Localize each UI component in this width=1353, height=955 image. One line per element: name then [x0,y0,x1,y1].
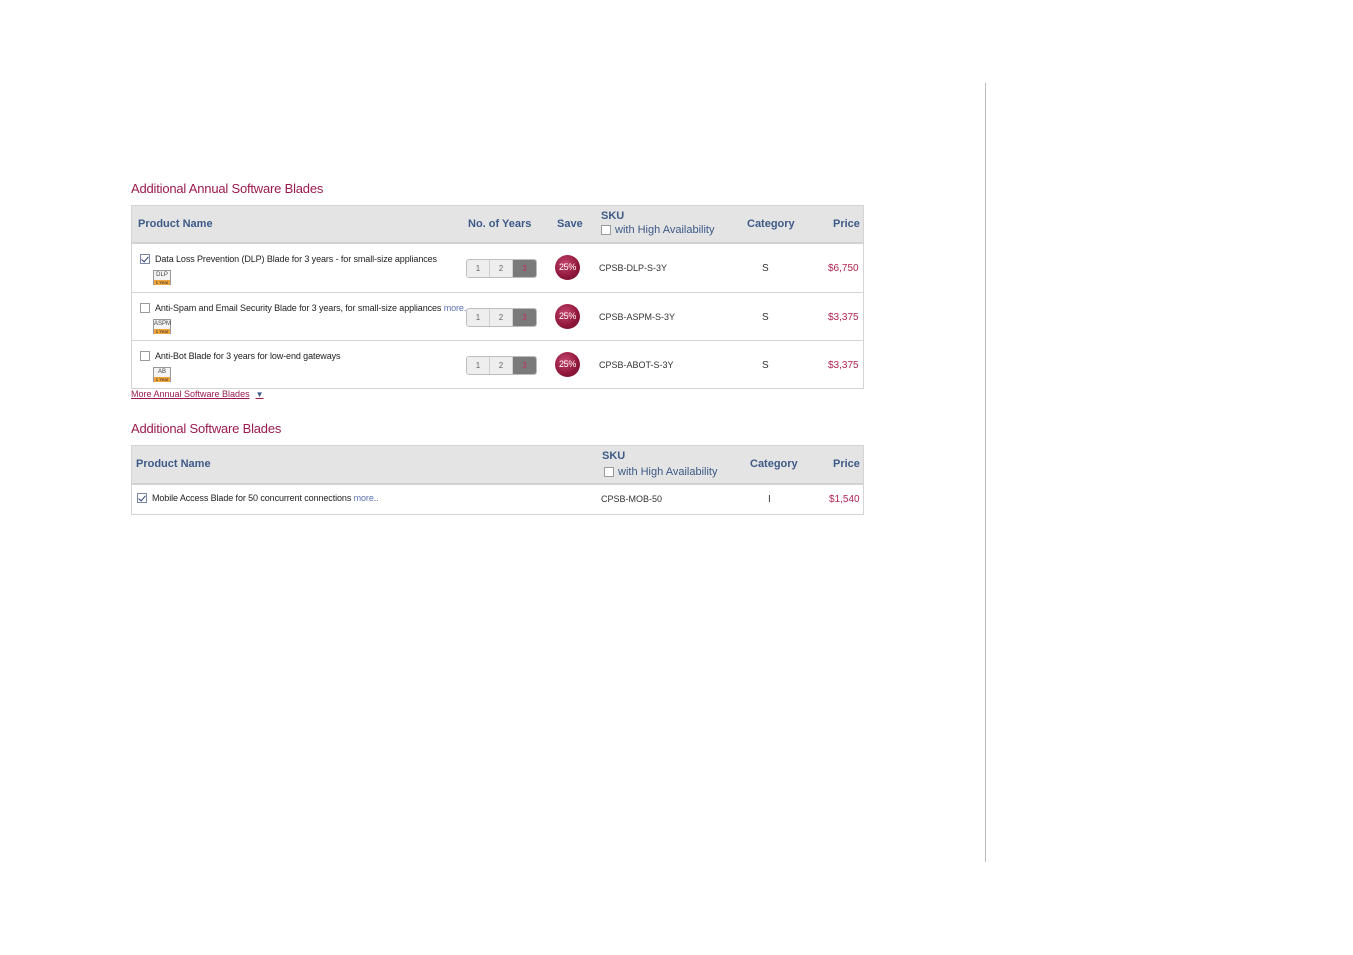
price-value: $6,750 [828,263,859,274]
software-blades-table: Product Name SKU with High Availability … [131,445,864,515]
header-save: Save [557,218,583,230]
year-option-2[interactable]: 2 [490,260,513,277]
ha-label: with High Availability [618,466,718,478]
years-selector[interactable]: 1 2 3 [466,308,537,327]
sku-value: CPSB-DLP-S-3Y [599,263,668,273]
header-years: No. of Years [468,218,532,230]
triangle-down-icon[interactable]: ▼ [256,390,264,399]
years-selector[interactable]: 1 2 3 [466,259,537,278]
product-name-wrap: Mobile Access Blade for 50 concurrent co… [152,493,379,503]
category-value: S [762,360,769,371]
more-annual-blades-label[interactable]: More Annual Software Blades [131,389,250,399]
product-name-wrap: Anti-Spam and Email Security Blade for 3… [155,303,469,313]
product-checkbox[interactable] [140,303,150,313]
ha-toggle[interactable]: with High Availability [604,466,717,478]
save-badge: 25% [555,304,580,329]
category-value: S [762,312,769,323]
vertical-divider [985,83,986,862]
save-badge: 25% [555,255,580,280]
header-sku: SKU [602,450,626,462]
ab-blade-icon: AB 1 Year [153,367,171,382]
years-selector[interactable]: 1 2 3 [466,356,537,375]
product-name: Mobile Access Blade for 50 concurrent co… [152,493,352,503]
table-header: Product Name No. of Years Save SKU with … [132,206,863,243]
price-value: $3,375 [828,312,859,323]
header-product-name: Product Name [138,218,213,230]
year-option-1[interactable]: 1 [467,260,490,277]
sku-value: CPSB-ASPM-S-3Y [599,312,676,322]
table-row: Data Loss Prevention (DLP) Blade for 3 y… [132,243,863,292]
year-option-1[interactable]: 1 [467,357,490,374]
product-select[interactable]: Anti-Bot Blade for 3 years for low-end g… [140,351,341,361]
year-option-2[interactable]: 2 [490,357,513,374]
software-blades-title: Additional Software Blades [131,421,282,436]
table-row: Anti-Spam and Email Security Blade for 3… [132,292,863,340]
price-value: $3,375 [828,360,859,371]
category-value: S [762,263,769,274]
ha-checkbox[interactable] [601,225,611,235]
product-checkbox[interactable] [137,493,147,503]
table-header: Product Name SKU with High Availability … [132,446,863,484]
year-option-1[interactable]: 1 [467,309,490,326]
ha-label: with High Availability [615,224,715,236]
product-name: Anti-Spam and Email Security Blade for 3… [155,303,442,313]
product-name: Data Loss Prevention (DLP) Blade for 3 y… [155,254,437,264]
year-option-3[interactable]: 3 [513,309,536,326]
table-row: Anti-Bot Blade for 3 years for low-end g… [132,340,863,388]
more-link[interactable]: more.. [354,493,379,503]
product-select[interactable]: Anti-Spam and Email Security Blade for 3… [140,303,469,313]
ha-toggle[interactable]: with High Availability [601,224,714,236]
header-sku: SKU [601,210,625,222]
year-option-3[interactable]: 3 [513,260,536,277]
category-value: I [768,494,771,505]
more-annual-blades-link[interactable]: More Annual Software Blades ▼ [131,389,264,399]
header-price: Price [833,458,860,470]
product-name: Anti-Bot Blade for 3 years for low-end g… [155,351,341,361]
header-category: Category [747,218,795,230]
annual-blades-table: Product Name No. of Years Save SKU with … [131,205,864,389]
product-checkbox[interactable] [140,254,150,264]
header-category: Category [750,458,798,470]
ha-checkbox[interactable] [604,467,614,477]
product-select[interactable]: Data Loss Prevention (DLP) Blade for 3 y… [140,254,437,264]
year-option-2[interactable]: 2 [490,309,513,326]
header-price: Price [833,218,860,230]
sku-value: CPSB-MOB-50 [601,494,663,504]
product-checkbox[interactable] [140,351,150,361]
table-row: Mobile Access Blade for 50 concurrent co… [132,484,863,514]
more-link[interactable]: more.. [444,303,469,313]
year-option-3[interactable]: 3 [513,357,536,374]
dlp-blade-icon: DLP 1 Year [153,270,171,285]
save-badge: 25% [555,352,580,377]
sku-value: CPSB-ABOT-S-3Y [599,360,674,370]
annual-blades-title: Additional Annual Software Blades [131,181,324,196]
header-product-name: Product Name [136,458,211,470]
aspm-blade-icon: ASPM 1 Year [153,319,172,334]
price-value: $1,540 [829,494,860,505]
product-select[interactable]: Mobile Access Blade for 50 concurrent co… [137,493,379,503]
